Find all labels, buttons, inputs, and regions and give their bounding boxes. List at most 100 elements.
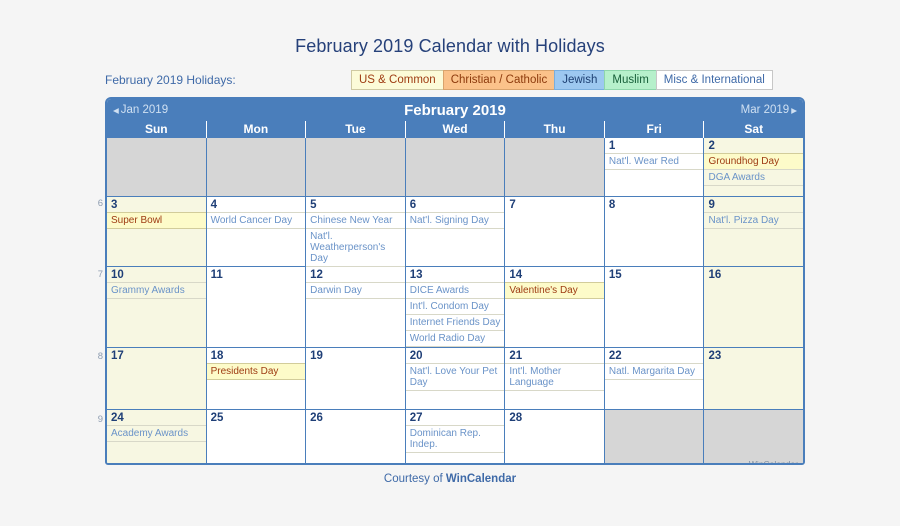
day-number: 4 (210, 199, 217, 211)
day-cell-4[interactable]: 4 World Cancer Day (206, 197, 307, 266)
day-cell-2[interactable]: 2 Groundhog Day DGA Awards (704, 138, 803, 196)
event-list: Dominican Rep. Indep. (405, 425, 505, 453)
day-of-week-fri: Fri (605, 121, 705, 138)
legend-chip-us-common[interactable]: US & Common (351, 70, 444, 90)
legend-chip-jewish[interactable]: Jewish (554, 70, 606, 90)
event-item[interactable]: Internet Friends Day (405, 314, 505, 331)
day-cell-22[interactable]: 22 Natl. Margarita Day (604, 348, 705, 409)
day-cell-15[interactable]: 15 (604, 267, 705, 347)
day-cell-11[interactable]: 11 (206, 267, 307, 347)
day-cell-16[interactable]: 16 (704, 267, 803, 347)
footer-prefix: Courtesy of (383, 473, 446, 485)
event-item[interactable]: Chinese New Year (306, 212, 405, 229)
event-list: Natl. Margarita Day (604, 363, 704, 380)
day-number: 25 (210, 412, 224, 424)
day-of-week-sun: Sun (107, 121, 207, 138)
day-number: 12 (310, 269, 323, 281)
day-cell-3[interactable]: 3 Super Bowl (107, 197, 207, 266)
event-list: Academy Awards (107, 425, 206, 442)
calendar-week-row: 24 Academy Awards 25 26 27 Dominican Rep. Ind… (107, 409, 803, 463)
event-item[interactable]: Nat'l. Signing Day (405, 212, 505, 229)
next-month-label: Mar 2019 (740, 104, 790, 116)
event-item[interactable]: Nat'l. Weatherperson's Day (306, 228, 405, 267)
day-cell-19[interactable]: 19 (306, 348, 406, 409)
event-list: Valentine's Day (505, 282, 604, 299)
day-cell-empty (405, 138, 506, 196)
day-cell-1[interactable]: 1 Nat'l. Wear Red (604, 138, 705, 196)
event-item[interactable]: DICE Awards (405, 282, 505, 299)
event-item[interactable]: Presidents Day (206, 363, 306, 380)
page-title: February 2019 Calendar with Holidays (295, 36, 605, 56)
day-cell-25[interactable]: 25 (206, 410, 307, 463)
event-item[interactable]: Academy Awards (107, 425, 206, 442)
day-cell-8[interactable]: 8 (604, 197, 705, 266)
next-month-link[interactable]: Mar 2019 ▸ (735, 103, 803, 117)
day-number: 26 (310, 412, 323, 424)
day-cell-26[interactable]: 26 (306, 410, 406, 463)
event-item[interactable]: Nat'l. Love Your Pet Day (405, 363, 505, 391)
day-number: 10 (111, 269, 124, 281)
day-number: 18 (210, 350, 224, 362)
day-cell-17[interactable]: 17 (107, 348, 207, 409)
day-number: 24 (111, 412, 124, 424)
left-arrow-icon: ◂ (113, 105, 119, 117)
week-number: 9 (97, 414, 103, 425)
event-item[interactable]: Nat'l. Wear Red (604, 153, 704, 170)
event-item[interactable]: Nat'l. Pizza Day (704, 212, 803, 229)
day-number: 11 (210, 269, 223, 281)
day-number: 8 (608, 199, 616, 211)
day-number: 23 (708, 350, 722, 362)
day-cell-7[interactable]: 7 (505, 197, 605, 266)
day-cell-20[interactable]: 20 Nat'l. Love Your Pet Day (405, 348, 506, 409)
calendar-weeks: 1 Nat'l. Wear Red 2 Groundhog Day DGA Awards… (107, 138, 803, 463)
day-cell-21[interactable]: 21 Int'l. Mother Language (505, 348, 605, 409)
day-cell-12[interactable]: 12 Darwin Day (306, 267, 406, 347)
event-list: Grammy Awards (107, 282, 206, 299)
legend-chip-christian-catholic[interactable]: Christian / Catholic (442, 70, 556, 90)
event-item[interactable]: Int'l. Condom Day (405, 298, 505, 315)
day-number: 17 (111, 350, 124, 362)
day-number: 20 (409, 350, 423, 362)
event-item[interactable]: Super Bowl (107, 212, 206, 229)
day-cell-empty (206, 138, 307, 196)
day-of-week-thu: Thu (505, 121, 605, 138)
day-cell-18[interactable]: 18 Presidents Day (206, 348, 307, 409)
footer-brand: WinCalendar (445, 473, 517, 485)
footer-credit: Courtesy of WinCalendar (0, 473, 900, 485)
legend-chip-muslim[interactable]: Muslim (604, 70, 657, 90)
event-list: Chinese New Year Nat'l. Weatherperson's D… (306, 212, 405, 267)
month-title: February 2019 (404, 101, 506, 119)
event-item[interactable]: Int'l. Mother Language (505, 363, 604, 391)
event-item[interactable]: World Radio Day (405, 330, 505, 347)
day-number: 15 (608, 269, 622, 281)
prev-month-label: Jan 2019 (120, 104, 169, 116)
prev-month-link[interactable]: ◂ Jan 2019 (107, 103, 174, 117)
event-item[interactable]: Grammy Awards (107, 282, 206, 299)
day-cell-6[interactable]: 6 Nat'l. Signing Day (405, 197, 506, 266)
day-cell-13[interactable]: 13 DICE Awards Int'l. Condom Day Internet F… (405, 267, 506, 347)
day-number: 19 (310, 350, 323, 362)
day-number: 1 (608, 140, 616, 152)
day-cell-24[interactable]: 24 Academy Awards (107, 410, 207, 463)
day-number: 5 (310, 199, 317, 211)
event-item[interactable]: Darwin Day (306, 282, 405, 299)
day-cell-28[interactable]: 28 (505, 410, 605, 463)
legend-chip-misc-international[interactable]: Misc & International (655, 70, 773, 90)
day-cell-23[interactable]: 23 (704, 348, 803, 409)
day-cell-10[interactable]: 10 Grammy Awards (107, 267, 207, 347)
event-item[interactable]: Valentine's Day (505, 282, 604, 299)
legend-label: February 2019 Holidays: (105, 73, 236, 87)
event-item[interactable]: Natl. Margarita Day (604, 363, 704, 380)
day-number: 13 (409, 269, 423, 281)
day-cell-14[interactable]: 14 Valentine's Day (505, 267, 605, 347)
day-cell-5[interactable]: 5 Chinese New Year Nat'l. Weatherperson's … (306, 197, 406, 267)
day-cell-27[interactable]: 27 Dominican Rep. Indep. (405, 410, 506, 463)
event-list: Int'l. Mother Language (505, 363, 604, 391)
day-number: 3 (111, 199, 118, 211)
day-of-week-tue: Tue (306, 121, 406, 138)
event-item[interactable]: Dominican Rep. Indep. (405, 425, 505, 453)
event-item[interactable]: World Cancer Day (206, 212, 306, 229)
event-item[interactable]: DGA Awards (704, 169, 803, 186)
day-cell-9[interactable]: 9 Nat'l. Pizza Day (704, 197, 803, 266)
event-item[interactable]: Groundhog Day (704, 153, 803, 170)
